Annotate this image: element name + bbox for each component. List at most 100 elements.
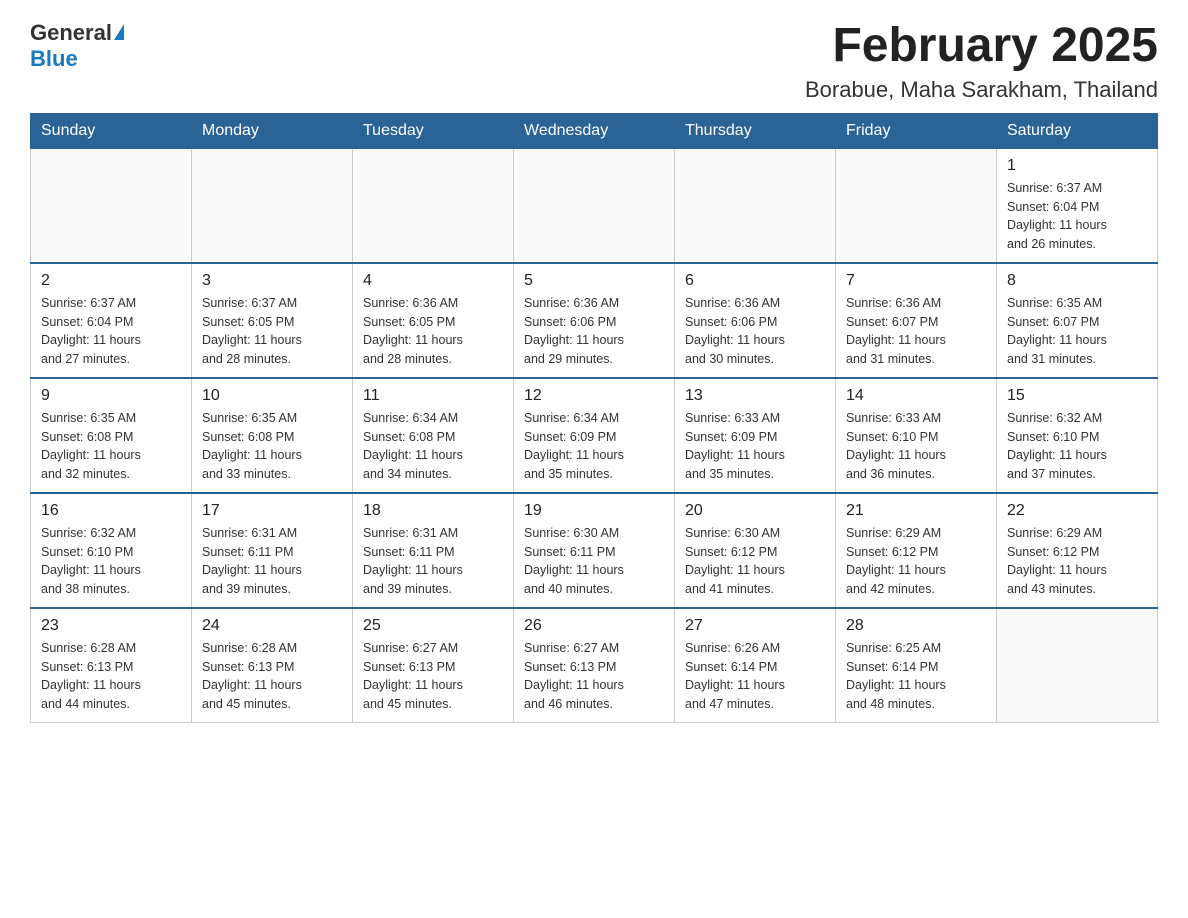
- day-number: 2: [41, 272, 181, 290]
- page-header: General Blue February 2025 Borabue, Maha…: [30, 20, 1158, 103]
- day-number: 9: [41, 387, 181, 405]
- day-number: 3: [202, 272, 342, 290]
- day-number: 1: [1007, 157, 1147, 175]
- calendar-cell: 24 Sunrise: 6:28 AMSunset: 6:13 PMDayligh…: [192, 608, 353, 723]
- day-number: 5: [524, 272, 664, 290]
- logo-blue: Blue: [30, 46, 78, 71]
- weekday-header-tuesday: Tuesday: [353, 113, 514, 148]
- day-info: Sunrise: 6:26 AMSunset: 6:14 PMDaylight:…: [685, 639, 825, 714]
- day-info: Sunrise: 6:36 AMSunset: 6:06 PMDaylight:…: [524, 294, 664, 369]
- day-number: 15: [1007, 387, 1147, 405]
- day-info: Sunrise: 6:31 AMSunset: 6:11 PMDaylight:…: [202, 524, 342, 599]
- day-number: 11: [363, 387, 503, 405]
- title-section: February 2025 Borabue, Maha Sarakham, Th…: [805, 20, 1158, 103]
- calendar-cell: 3 Sunrise: 6:37 AMSunset: 6:05 PMDaylight…: [192, 263, 353, 378]
- day-number: 6: [685, 272, 825, 290]
- calendar-cell: 8 Sunrise: 6:35 AMSunset: 6:07 PMDaylight…: [997, 263, 1158, 378]
- calendar-cell: 17 Sunrise: 6:31 AMSunset: 6:11 PMDayligh…: [192, 493, 353, 608]
- day-number: 25: [363, 617, 503, 635]
- day-info: Sunrise: 6:28 AMSunset: 6:13 PMDaylight:…: [202, 639, 342, 714]
- calendar-cell: 11 Sunrise: 6:34 AMSunset: 6:08 PMDayligh…: [353, 378, 514, 493]
- logo-triangle-icon: [114, 24, 124, 40]
- day-info: Sunrise: 6:36 AMSunset: 6:07 PMDaylight:…: [846, 294, 986, 369]
- calendar-cell: 28 Sunrise: 6:25 AMSunset: 6:14 PMDayligh…: [836, 608, 997, 723]
- day-number: 19: [524, 502, 664, 520]
- day-number: 18: [363, 502, 503, 520]
- day-info: Sunrise: 6:34 AMSunset: 6:08 PMDaylight:…: [363, 409, 503, 484]
- calendar-week-row: 1Sunrise: 6:37 AMSunset: 6:04 PMDaylight…: [31, 148, 1158, 263]
- calendar-cell: 27 Sunrise: 6:26 AMSunset: 6:14 PMDayligh…: [675, 608, 836, 723]
- calendar-cell: 7 Sunrise: 6:36 AMSunset: 6:07 PMDaylight…: [836, 263, 997, 378]
- day-number: 10: [202, 387, 342, 405]
- day-info: Sunrise: 6:27 AMSunset: 6:13 PMDaylight:…: [363, 639, 503, 714]
- day-info: Sunrise: 6:35 AMSunset: 6:08 PMDaylight:…: [202, 409, 342, 484]
- calendar-cell: 25 Sunrise: 6:27 AMSunset: 6:13 PMDayligh…: [353, 608, 514, 723]
- day-number: 17: [202, 502, 342, 520]
- day-info: Sunrise: 6:36 AMSunset: 6:06 PMDaylight:…: [685, 294, 825, 369]
- calendar-cell: 1Sunrise: 6:37 AMSunset: 6:04 PMDaylight…: [997, 148, 1158, 263]
- weekday-header-thursday: Thursday: [675, 113, 836, 148]
- calendar-cell: [514, 148, 675, 263]
- weekday-header-row: SundayMondayTuesdayWednesdayThursdayFrid…: [31, 113, 1158, 148]
- calendar-cell: [836, 148, 997, 263]
- calendar-cell: 5 Sunrise: 6:36 AMSunset: 6:06 PMDaylight…: [514, 263, 675, 378]
- calendar-cell: 12Sunrise: 6:34 AMSunset: 6:09 PMDayligh…: [514, 378, 675, 493]
- day-number: 20: [685, 502, 825, 520]
- weekday-header-sunday: Sunday: [31, 113, 192, 148]
- logo-text: General Blue: [30, 20, 124, 72]
- calendar-cell: [192, 148, 353, 263]
- day-info: Sunrise: 6:25 AMSunset: 6:14 PMDaylight:…: [846, 639, 986, 714]
- calendar-cell: 26 Sunrise: 6:27 AMSunset: 6:13 PMDayligh…: [514, 608, 675, 723]
- day-info: Sunrise: 6:33 AMSunset: 6:09 PMDaylight:…: [685, 409, 825, 484]
- calendar-cell: 18 Sunrise: 6:31 AMSunset: 6:11 PMDayligh…: [353, 493, 514, 608]
- day-number: 26: [524, 617, 664, 635]
- calendar-cell: 21 Sunrise: 6:29 AMSunset: 6:12 PMDayligh…: [836, 493, 997, 608]
- calendar-week-row: 16Sunrise: 6:32 AMSunset: 6:10 PMDayligh…: [31, 493, 1158, 608]
- day-number: 22: [1007, 502, 1147, 520]
- day-number: 4: [363, 272, 503, 290]
- day-info: Sunrise: 6:29 AMSunset: 6:12 PMDaylight:…: [846, 524, 986, 599]
- day-info: Sunrise: 6:36 AMSunset: 6:05 PMDaylight:…: [363, 294, 503, 369]
- day-info: Sunrise: 6:33 AMSunset: 6:10 PMDaylight:…: [846, 409, 986, 484]
- calendar-cell: [353, 148, 514, 263]
- day-info: Sunrise: 6:35 AMSunset: 6:08 PMDaylight:…: [41, 409, 181, 484]
- day-info: Sunrise: 6:35 AMSunset: 6:07 PMDaylight:…: [1007, 294, 1147, 369]
- logo: General Blue: [30, 20, 124, 72]
- day-number: 13: [685, 387, 825, 405]
- weekday-header-monday: Monday: [192, 113, 353, 148]
- calendar-cell: 14 Sunrise: 6:33 AMSunset: 6:10 PMDayligh…: [836, 378, 997, 493]
- calendar-cell: 9 Sunrise: 6:35 AMSunset: 6:08 PMDaylight…: [31, 378, 192, 493]
- calendar-cell: [997, 608, 1158, 723]
- calendar-cell: 22Sunrise: 6:29 AMSunset: 6:12 PMDayligh…: [997, 493, 1158, 608]
- day-number: 14: [846, 387, 986, 405]
- day-number: 8: [1007, 272, 1147, 290]
- calendar-cell: [675, 148, 836, 263]
- day-info: Sunrise: 6:28 AMSunset: 6:13 PMDaylight:…: [41, 639, 181, 714]
- day-info: Sunrise: 6:37 AMSunset: 6:05 PMDaylight:…: [202, 294, 342, 369]
- day-number: 24: [202, 617, 342, 635]
- calendar-cell: 15Sunrise: 6:32 AMSunset: 6:10 PMDayligh…: [997, 378, 1158, 493]
- calendar-cell: 23 Sunrise: 6:28 AMSunset: 6:13 PMDayligh…: [31, 608, 192, 723]
- calendar-cell: 13 Sunrise: 6:33 AMSunset: 6:09 PMDayligh…: [675, 378, 836, 493]
- day-number: 28: [846, 617, 986, 635]
- calendar-cell: [31, 148, 192, 263]
- calendar-cell: 16Sunrise: 6:32 AMSunset: 6:10 PMDayligh…: [31, 493, 192, 608]
- day-number: 7: [846, 272, 986, 290]
- calendar-cell: 10 Sunrise: 6:35 AMSunset: 6:08 PMDayligh…: [192, 378, 353, 493]
- calendar-cell: 2Sunrise: 6:37 AMSunset: 6:04 PMDaylight…: [31, 263, 192, 378]
- calendar-cell: 6 Sunrise: 6:36 AMSunset: 6:06 PMDaylight…: [675, 263, 836, 378]
- day-info: Sunrise: 6:30 AMSunset: 6:11 PMDaylight:…: [524, 524, 664, 599]
- calendar-table: SundayMondayTuesdayWednesdayThursdayFrid…: [30, 113, 1158, 723]
- calendar-week-row: 23 Sunrise: 6:28 AMSunset: 6:13 PMDayligh…: [31, 608, 1158, 723]
- day-number: 27: [685, 617, 825, 635]
- day-info: Sunrise: 6:31 AMSunset: 6:11 PMDaylight:…: [363, 524, 503, 599]
- calendar-week-row: 9 Sunrise: 6:35 AMSunset: 6:08 PMDaylight…: [31, 378, 1158, 493]
- day-info: Sunrise: 6:34 AMSunset: 6:09 PMDaylight:…: [524, 409, 664, 484]
- day-info: Sunrise: 6:27 AMSunset: 6:13 PMDaylight:…: [524, 639, 664, 714]
- location-text: Borabue, Maha Sarakham, Thailand: [805, 77, 1158, 103]
- day-info: Sunrise: 6:30 AMSunset: 6:12 PMDaylight:…: [685, 524, 825, 599]
- day-number: 16: [41, 502, 181, 520]
- calendar-cell: 20 Sunrise: 6:30 AMSunset: 6:12 PMDayligh…: [675, 493, 836, 608]
- day-number: 21: [846, 502, 986, 520]
- day-number: 23: [41, 617, 181, 635]
